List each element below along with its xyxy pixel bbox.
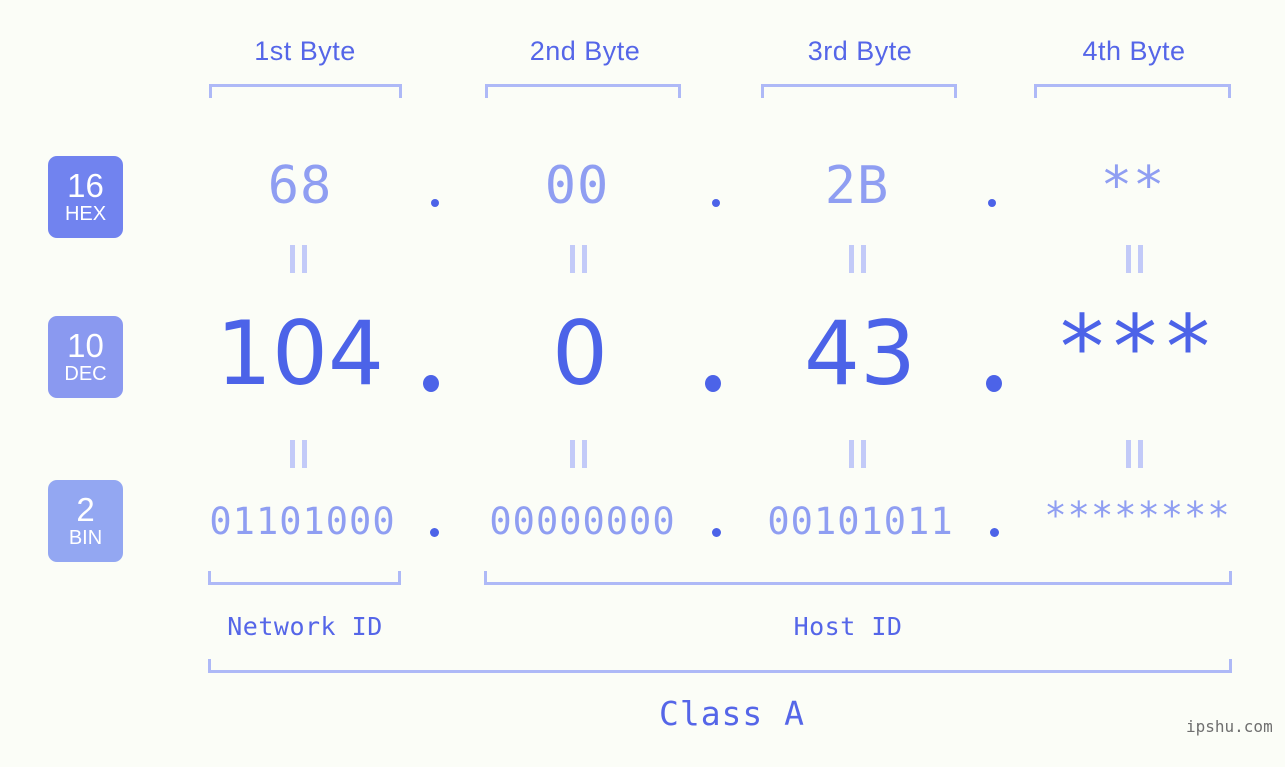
host-id-label: Host ID (793, 612, 903, 641)
hex-separator-dot-2 (712, 199, 720, 207)
bin-byte-2-value: 00000000 (489, 500, 676, 543)
base-badge-dec-number: 10 (67, 326, 104, 364)
base-badge-bin[interactable]: 2 BIN (48, 480, 123, 562)
equals-dec-bin-2 (570, 440, 587, 468)
hex-byte-1-value: 68 (267, 156, 333, 216)
network-id-bracket (208, 571, 401, 585)
network-id-label: Network ID (227, 612, 383, 641)
dec-separator-dot-2 (705, 375, 721, 392)
bin-byte-1-value: 01101000 (209, 500, 396, 543)
byte-bracket-top-4 (1034, 84, 1231, 98)
base-badge-dec[interactable]: 10 DEC (48, 316, 123, 398)
equals-dec-bin-4 (1126, 440, 1143, 468)
bin-separator-dot-2 (712, 528, 721, 537)
dec-byte-2-value: 0 (552, 302, 608, 405)
byte-header-2: 2nd Byte (529, 36, 641, 66)
bin-separator-dot-1 (430, 528, 439, 537)
dec-separator-dot-3 (986, 375, 1002, 392)
equals-dec-bin-1 (290, 440, 307, 468)
byte-bracket-top-2 (485, 84, 681, 98)
dec-byte-4-value: *** (1055, 296, 1215, 399)
class-bracket (208, 659, 1232, 673)
equals-hex-dec-4 (1126, 245, 1143, 273)
equals-dec-bin-3 (849, 440, 866, 468)
dec-byte-3-value: 43 (804, 302, 916, 405)
byte-bracket-top-3 (761, 84, 957, 98)
dec-byte-1-value: 104 (216, 302, 384, 405)
hex-byte-3-value: 2B (824, 156, 890, 216)
bin-separator-dot-3 (990, 528, 999, 537)
equals-hex-dec-1 (290, 245, 307, 273)
base-badge-hex-number: 16 (67, 166, 104, 204)
bin-byte-4-value: ******** (1044, 494, 1231, 537)
hex-byte-4-value: ** (1100, 156, 1166, 216)
hex-separator-dot-3 (988, 199, 996, 207)
byte-header-1: 1st Byte (254, 36, 356, 66)
host-id-bracket (484, 571, 1232, 585)
dec-separator-dot-1 (423, 375, 439, 392)
base-badge-hex[interactable]: 16 HEX (48, 156, 123, 238)
base-badge-hex-name: HEX (64, 202, 107, 225)
base-badge-dec-name: DEC (64, 362, 107, 385)
base-badge-bin-name: BIN (68, 526, 103, 549)
ip-address-breakdown-diagram: 1st Byte 2nd Byte 3rd Byte 4th Byte 16 H… (0, 0, 1285, 767)
byte-header-4: 4th Byte (1082, 36, 1186, 66)
bin-byte-3-value: 00101011 (767, 500, 954, 543)
byte-bracket-top-1 (209, 84, 402, 98)
equals-hex-dec-2 (570, 245, 587, 273)
byte-header-3: 3rd Byte (807, 36, 913, 66)
site-watermark: ipshu.com (1186, 717, 1273, 736)
equals-hex-dec-3 (849, 245, 866, 273)
base-badge-bin-number: 2 (76, 490, 95, 528)
class-label: Class A (658, 694, 806, 733)
hex-separator-dot-1 (431, 199, 439, 207)
hex-byte-2-value: 00 (544, 156, 610, 216)
